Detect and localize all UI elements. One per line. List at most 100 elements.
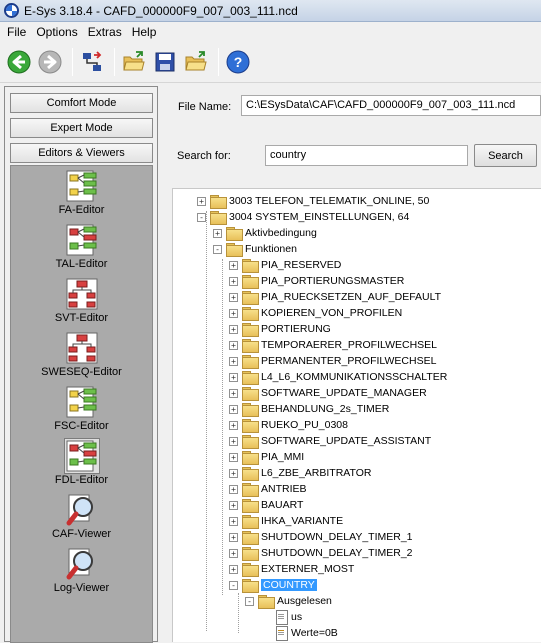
tree-node[interactable]: + SOFTWARE_UPDATE_ASSISTANT: [229, 433, 431, 449]
tree-node[interactable]: + PORTIERUNG: [229, 321, 331, 337]
expand-toggle[interactable]: +: [229, 356, 238, 366]
tree-node[interactable]: + BEHANDLUNG_2s_TIMER: [229, 401, 389, 417]
tree-node[interactable]: + BAUART: [229, 497, 303, 513]
editors-viewers-button[interactable]: Editors & Viewers: [10, 143, 153, 163]
svt-editor-tool[interactable]: SVT-Editor: [11, 276, 152, 324]
tree-node[interactable]: + Aktivbedingung: [213, 225, 317, 241]
expand-toggle[interactable]: +: [229, 276, 238, 286]
collapse-toggle[interactable]: -: [197, 212, 206, 222]
tree-node[interactable]: + PIA_RESERVED: [229, 257, 341, 273]
fsc-editor-tool[interactable]: FSC-Editor: [11, 384, 152, 432]
expand-toggle[interactable]: +: [229, 500, 238, 510]
tree-node-label: L4_L6_KOMMUNIKATIONSSCHALTER: [261, 371, 448, 383]
connect-button[interactable]: [78, 48, 106, 76]
expand-toggle[interactable]: +: [229, 468, 238, 478]
fdl-editor-tool[interactable]: FDL-Editor: [11, 438, 152, 486]
expand-toggle[interactable]: +: [229, 516, 238, 526]
tree-node[interactable]: + PIA_PORTIERUNGSMASTER: [229, 273, 404, 289]
tree-leaf-item[interactable]: us: [261, 609, 302, 625]
fsc-editor-label: FSC-Editor: [54, 420, 109, 432]
tools-panel: FA-Editor TAL-Editor SVT-Editor SWESEQ-E…: [10, 165, 153, 643]
expand-toggle[interactable]: +: [213, 228, 222, 238]
tree-node[interactable]: + SHUTDOWN_DELAY_TIMER_2: [229, 545, 413, 561]
tree-node[interactable]: + PIA_MMI: [229, 449, 304, 465]
folder-icon: [242, 451, 259, 465]
tree-node[interactable]: + KOPIEREN_VON_PROFILEN: [229, 305, 402, 321]
svt-editor-label: SVT-Editor: [54, 312, 109, 324]
log-viewer-tool[interactable]: Log-Viewer: [11, 546, 152, 594]
file-name-field[interactable]: C:\ESysData\CAF\CAFD_000000F9_007_003_11…: [241, 95, 541, 116]
expand-toggle[interactable]: +: [229, 484, 238, 494]
sweseq-editor-icon: [66, 332, 97, 364]
fa-editor-tool[interactable]: FA-Editor: [11, 168, 152, 216]
folder-icon: [242, 403, 259, 417]
tree-node[interactable]: + EXTERNER_MOST: [229, 561, 354, 577]
tree-node[interactable]: + TEMPORAERER_PROFILWECHSEL: [229, 337, 437, 353]
folder-icon: [242, 387, 259, 401]
forward-arrow-icon: [38, 50, 62, 74]
expand-toggle[interactable]: +: [229, 340, 238, 350]
tree-node-label: BAUART: [261, 499, 304, 511]
menu-options[interactable]: Options: [31, 25, 82, 39]
caf-viewer-tool[interactable]: CAF-Viewer: [11, 492, 152, 540]
expand-toggle[interactable]: +: [229, 324, 238, 334]
forward-button[interactable]: [36, 48, 64, 76]
search-input[interactable]: country: [265, 145, 468, 166]
tree-node[interactable]: - Ausgelesen: [245, 593, 332, 609]
value-icon: [274, 610, 288, 625]
back-button[interactable]: [5, 48, 33, 76]
tal-editor-tool[interactable]: TAL-Editor: [11, 222, 152, 270]
tree-node[interactable]: + SHUTDOWN_DELAY_TIMER_1: [229, 529, 413, 545]
expert-mode-button[interactable]: Expert Mode: [10, 118, 153, 138]
fdl-editor-icon: [66, 440, 96, 472]
help-button[interactable]: ?: [224, 48, 252, 76]
tree-node-label: PIA_RESERVED: [261, 259, 342, 271]
expand-toggle[interactable]: +: [229, 260, 238, 270]
tree-node[interactable]: + L6_ZBE_ARBITRATOR: [229, 465, 371, 481]
search-button[interactable]: Search: [474, 144, 537, 167]
tree-leaf-item[interactable]: Werte=0B: [261, 625, 338, 641]
tree-node-label: Aktivbedingung: [245, 227, 317, 239]
menu-file[interactable]: File: [2, 25, 31, 39]
expand-toggle[interactable]: +: [229, 452, 238, 462]
menu-help[interactable]: Help: [127, 25, 162, 39]
open-file-button[interactable]: [182, 48, 210, 76]
expand-toggle[interactable]: +: [229, 548, 238, 558]
tree-node[interactable]: + L4_L6_KOMMUNIKATIONSSCHALTER: [229, 369, 447, 385]
expand-toggle[interactable]: +: [229, 372, 238, 382]
tree-node[interactable]: + PIA_RUECKSETZEN_AUF_DEFAULT: [229, 289, 441, 305]
expand-toggle[interactable]: +: [229, 532, 238, 542]
collapse-toggle[interactable]: -: [245, 596, 254, 606]
sweseq-editor-tool[interactable]: SWESEQ-Editor: [11, 330, 152, 378]
expand-toggle[interactable]: +: [229, 292, 238, 302]
expand-toggle[interactable]: +: [229, 308, 238, 318]
expand-toggle[interactable]: +: [229, 388, 238, 398]
save-button[interactable]: [151, 48, 179, 76]
collapse-toggle[interactable]: -: [213, 244, 222, 254]
expand-toggle[interactable]: +: [197, 196, 206, 206]
tree-node[interactable]: + IHKA_VARIANTE: [229, 513, 343, 529]
folder-icon: [242, 259, 259, 273]
tree-node[interactable]: + RUEKO_PU_0308: [229, 417, 348, 433]
open-button[interactable]: [120, 48, 148, 76]
tree-node[interactable]: + ANTRIEB: [229, 481, 307, 497]
tree-node-label: SHUTDOWN_DELAY_TIMER_1: [261, 531, 413, 543]
log-viewer-label: Log-Viewer: [53, 582, 110, 594]
tree-node[interactable]: - Funktionen: [213, 241, 297, 257]
tree-node[interactable]: - 3004 SYSTEM_EINSTELLUNGEN, 64: [197, 209, 409, 225]
expand-toggle[interactable]: +: [229, 564, 238, 574]
collapse-toggle[interactable]: -: [229, 580, 238, 590]
comfort-mode-button[interactable]: Comfort Mode: [10, 93, 153, 113]
expand-toggle[interactable]: +: [229, 420, 238, 430]
expand-toggle[interactable]: +: [229, 404, 238, 414]
menu-extras[interactable]: Extras: [83, 25, 127, 39]
expand-toggle[interactable]: +: [229, 436, 238, 446]
tree-node[interactable]: + SOFTWARE_UPDATE_MANAGER: [229, 385, 427, 401]
toolbar-separator: [72, 48, 73, 76]
tree-node-label: SOFTWARE_UPDATE_MANAGER: [261, 387, 427, 399]
title-bar: E-Sys 3.18.4 - CAFD_000000F9_007_003_111…: [0, 0, 541, 22]
tree-guide-line: [206, 211, 207, 631]
tree-node[interactable]: + PERMANENTER_PROFILWECHSEL: [229, 353, 436, 369]
tree-node[interactable]: +3003 TELEFON_TELEMATIK_ONLINE, 50: [197, 193, 429, 209]
tree-node[interactable]: - COUNTRY: [229, 577, 317, 593]
